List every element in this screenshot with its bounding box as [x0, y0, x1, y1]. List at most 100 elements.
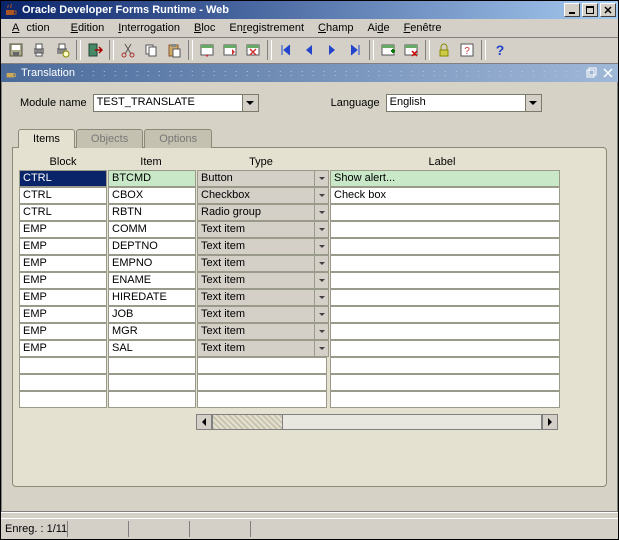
cell-block[interactable]: EMP — [19, 289, 107, 306]
cell-block[interactable]: EMP — [19, 255, 107, 272]
close-button[interactable] — [600, 3, 616, 17]
menu-champ[interactable]: Champ — [311, 20, 360, 36]
table-row[interactable] — [19, 374, 600, 391]
cell-type[interactable]: Text item — [197, 323, 329, 340]
scroll-track[interactable] — [212, 414, 542, 430]
menu-action[interactable]: Action — [5, 20, 64, 36]
menu-bloc[interactable]: Bloc — [187, 20, 222, 36]
query-cancel-icon[interactable] — [242, 39, 264, 61]
menu-aide[interactable]: Aide — [361, 20, 397, 36]
inner-restore-button[interactable] — [585, 66, 599, 80]
cell-item[interactable]: DEPTNO — [108, 238, 196, 255]
cell-type[interactable]: Text item — [197, 221, 329, 238]
cell-item[interactable]: BTCMD — [108, 170, 196, 187]
language-field[interactable]: English — [386, 94, 526, 112]
cell-label[interactable] — [330, 238, 560, 255]
type-value[interactable]: Text item — [197, 289, 315, 306]
cell-block[interactable]: CTRL — [19, 187, 107, 204]
type-value[interactable]: Checkbox — [197, 187, 315, 204]
dropdown-arrow-icon[interactable] — [315, 340, 329, 357]
cell-item[interactable]: JOB — [108, 306, 196, 323]
cell-item[interactable] — [108, 357, 196, 374]
menu-edition[interactable]: Edition — [64, 20, 112, 36]
scroll-right-button[interactable] — [542, 414, 558, 430]
dropdown-arrow-icon[interactable] — [315, 272, 329, 289]
cell-block[interactable]: EMP — [19, 238, 107, 255]
cell-block[interactable]: EMP — [19, 221, 107, 238]
dropdown-arrow-icon[interactable] — [315, 204, 329, 221]
cell-item[interactable] — [108, 391, 196, 408]
dropdown-arrow-icon[interactable] — [315, 255, 329, 272]
save-icon[interactable] — [5, 39, 27, 61]
cell-block[interactable]: EMP — [19, 272, 107, 289]
cell-block[interactable]: EMP — [19, 340, 107, 357]
cut-icon[interactable] — [117, 39, 139, 61]
dropdown-arrow-icon[interactable] — [315, 221, 329, 238]
menu-fenetre[interactable]: Fenêtre — [397, 20, 449, 36]
cell-type[interactable]: Text item — [197, 306, 329, 323]
cell-type[interactable] — [197, 374, 329, 391]
cell-label[interactable] — [330, 391, 560, 408]
table-row[interactable]: EMPCOMMText item — [19, 221, 600, 238]
module-name-combo[interactable]: TEST_TRANSLATE — [93, 94, 259, 112]
lock-icon[interactable] — [433, 39, 455, 61]
type-value[interactable]: Radio group — [197, 204, 315, 221]
cell-block[interactable] — [19, 374, 107, 391]
menu-interrogation[interactable]: Interrogation — [111, 20, 187, 36]
type-value[interactable]: Button — [197, 170, 315, 187]
module-name-field[interactable]: TEST_TRANSLATE — [93, 94, 243, 112]
cell-label[interactable] — [330, 357, 560, 374]
cell-type[interactable]: Button — [197, 170, 329, 187]
insert-icon[interactable] — [377, 39, 399, 61]
cell-block[interactable] — [19, 391, 107, 408]
table-row[interactable] — [19, 391, 600, 408]
cell-item[interactable]: EMPNO — [108, 255, 196, 272]
cell-label[interactable]: Show alert... — [330, 170, 560, 187]
table-row[interactable] — [19, 357, 600, 374]
type-value[interactable]: Text item — [197, 221, 315, 238]
table-row[interactable]: EMPJOBText item — [19, 306, 600, 323]
cell-item[interactable]: CBOX — [108, 187, 196, 204]
cell-type[interactable]: Text item — [197, 272, 329, 289]
table-row[interactable]: CTRLRBTNRadio group — [19, 204, 600, 221]
cell-label[interactable]: Check box — [330, 187, 560, 204]
cell-item[interactable]: SAL — [108, 340, 196, 357]
type-value[interactable]: Text item — [197, 272, 315, 289]
table-row[interactable]: EMPENAMEText item — [19, 272, 600, 289]
first-icon[interactable] — [275, 39, 297, 61]
table-row[interactable]: EMPEMPNOText item — [19, 255, 600, 272]
dropdown-arrow-icon[interactable] — [526, 94, 542, 112]
horizontal-scrollbar[interactable] — [196, 414, 558, 430]
print-icon[interactable] — [28, 39, 50, 61]
cell-label[interactable] — [330, 340, 560, 357]
dropdown-arrow-icon[interactable] — [315, 187, 329, 204]
question-icon[interactable]: ? — [489, 39, 511, 61]
cell-item[interactable]: ENAME — [108, 272, 196, 289]
dropdown-arrow-icon[interactable] — [315, 289, 329, 306]
next-icon[interactable] — [321, 39, 343, 61]
scroll-left-button[interactable] — [196, 414, 212, 430]
minimize-button[interactable] — [564, 3, 580, 17]
cell-item[interactable]: RBTN — [108, 204, 196, 221]
type-value[interactable]: Text item — [197, 323, 315, 340]
tab-items[interactable]: Items — [18, 129, 75, 148]
last-icon[interactable] — [344, 39, 366, 61]
remove-icon[interactable] — [400, 39, 422, 61]
copy-icon[interactable] — [140, 39, 162, 61]
cell-label[interactable] — [330, 306, 560, 323]
cell-type[interactable]: Text item — [197, 340, 329, 357]
scroll-thumb[interactable] — [213, 415, 283, 429]
dropdown-arrow-icon[interactable] — [315, 323, 329, 340]
cell-block[interactable]: CTRL — [19, 170, 107, 187]
language-combo[interactable]: English — [386, 94, 542, 112]
menu-enregistrement[interactable]: Enregistrement — [222, 20, 311, 36]
type-value[interactable]: Text item — [197, 255, 315, 272]
table-row[interactable]: CTRLCBOXCheckbox Check box — [19, 187, 600, 204]
dropdown-arrow-icon[interactable] — [243, 94, 259, 112]
type-value[interactable]: Text item — [197, 306, 315, 323]
prev-icon[interactable] — [298, 39, 320, 61]
query-enter-icon[interactable] — [196, 39, 218, 61]
cell-item[interactable]: COMM — [108, 221, 196, 238]
type-value[interactable]: Text item — [197, 340, 315, 357]
maximize-button[interactable] — [582, 3, 598, 17]
